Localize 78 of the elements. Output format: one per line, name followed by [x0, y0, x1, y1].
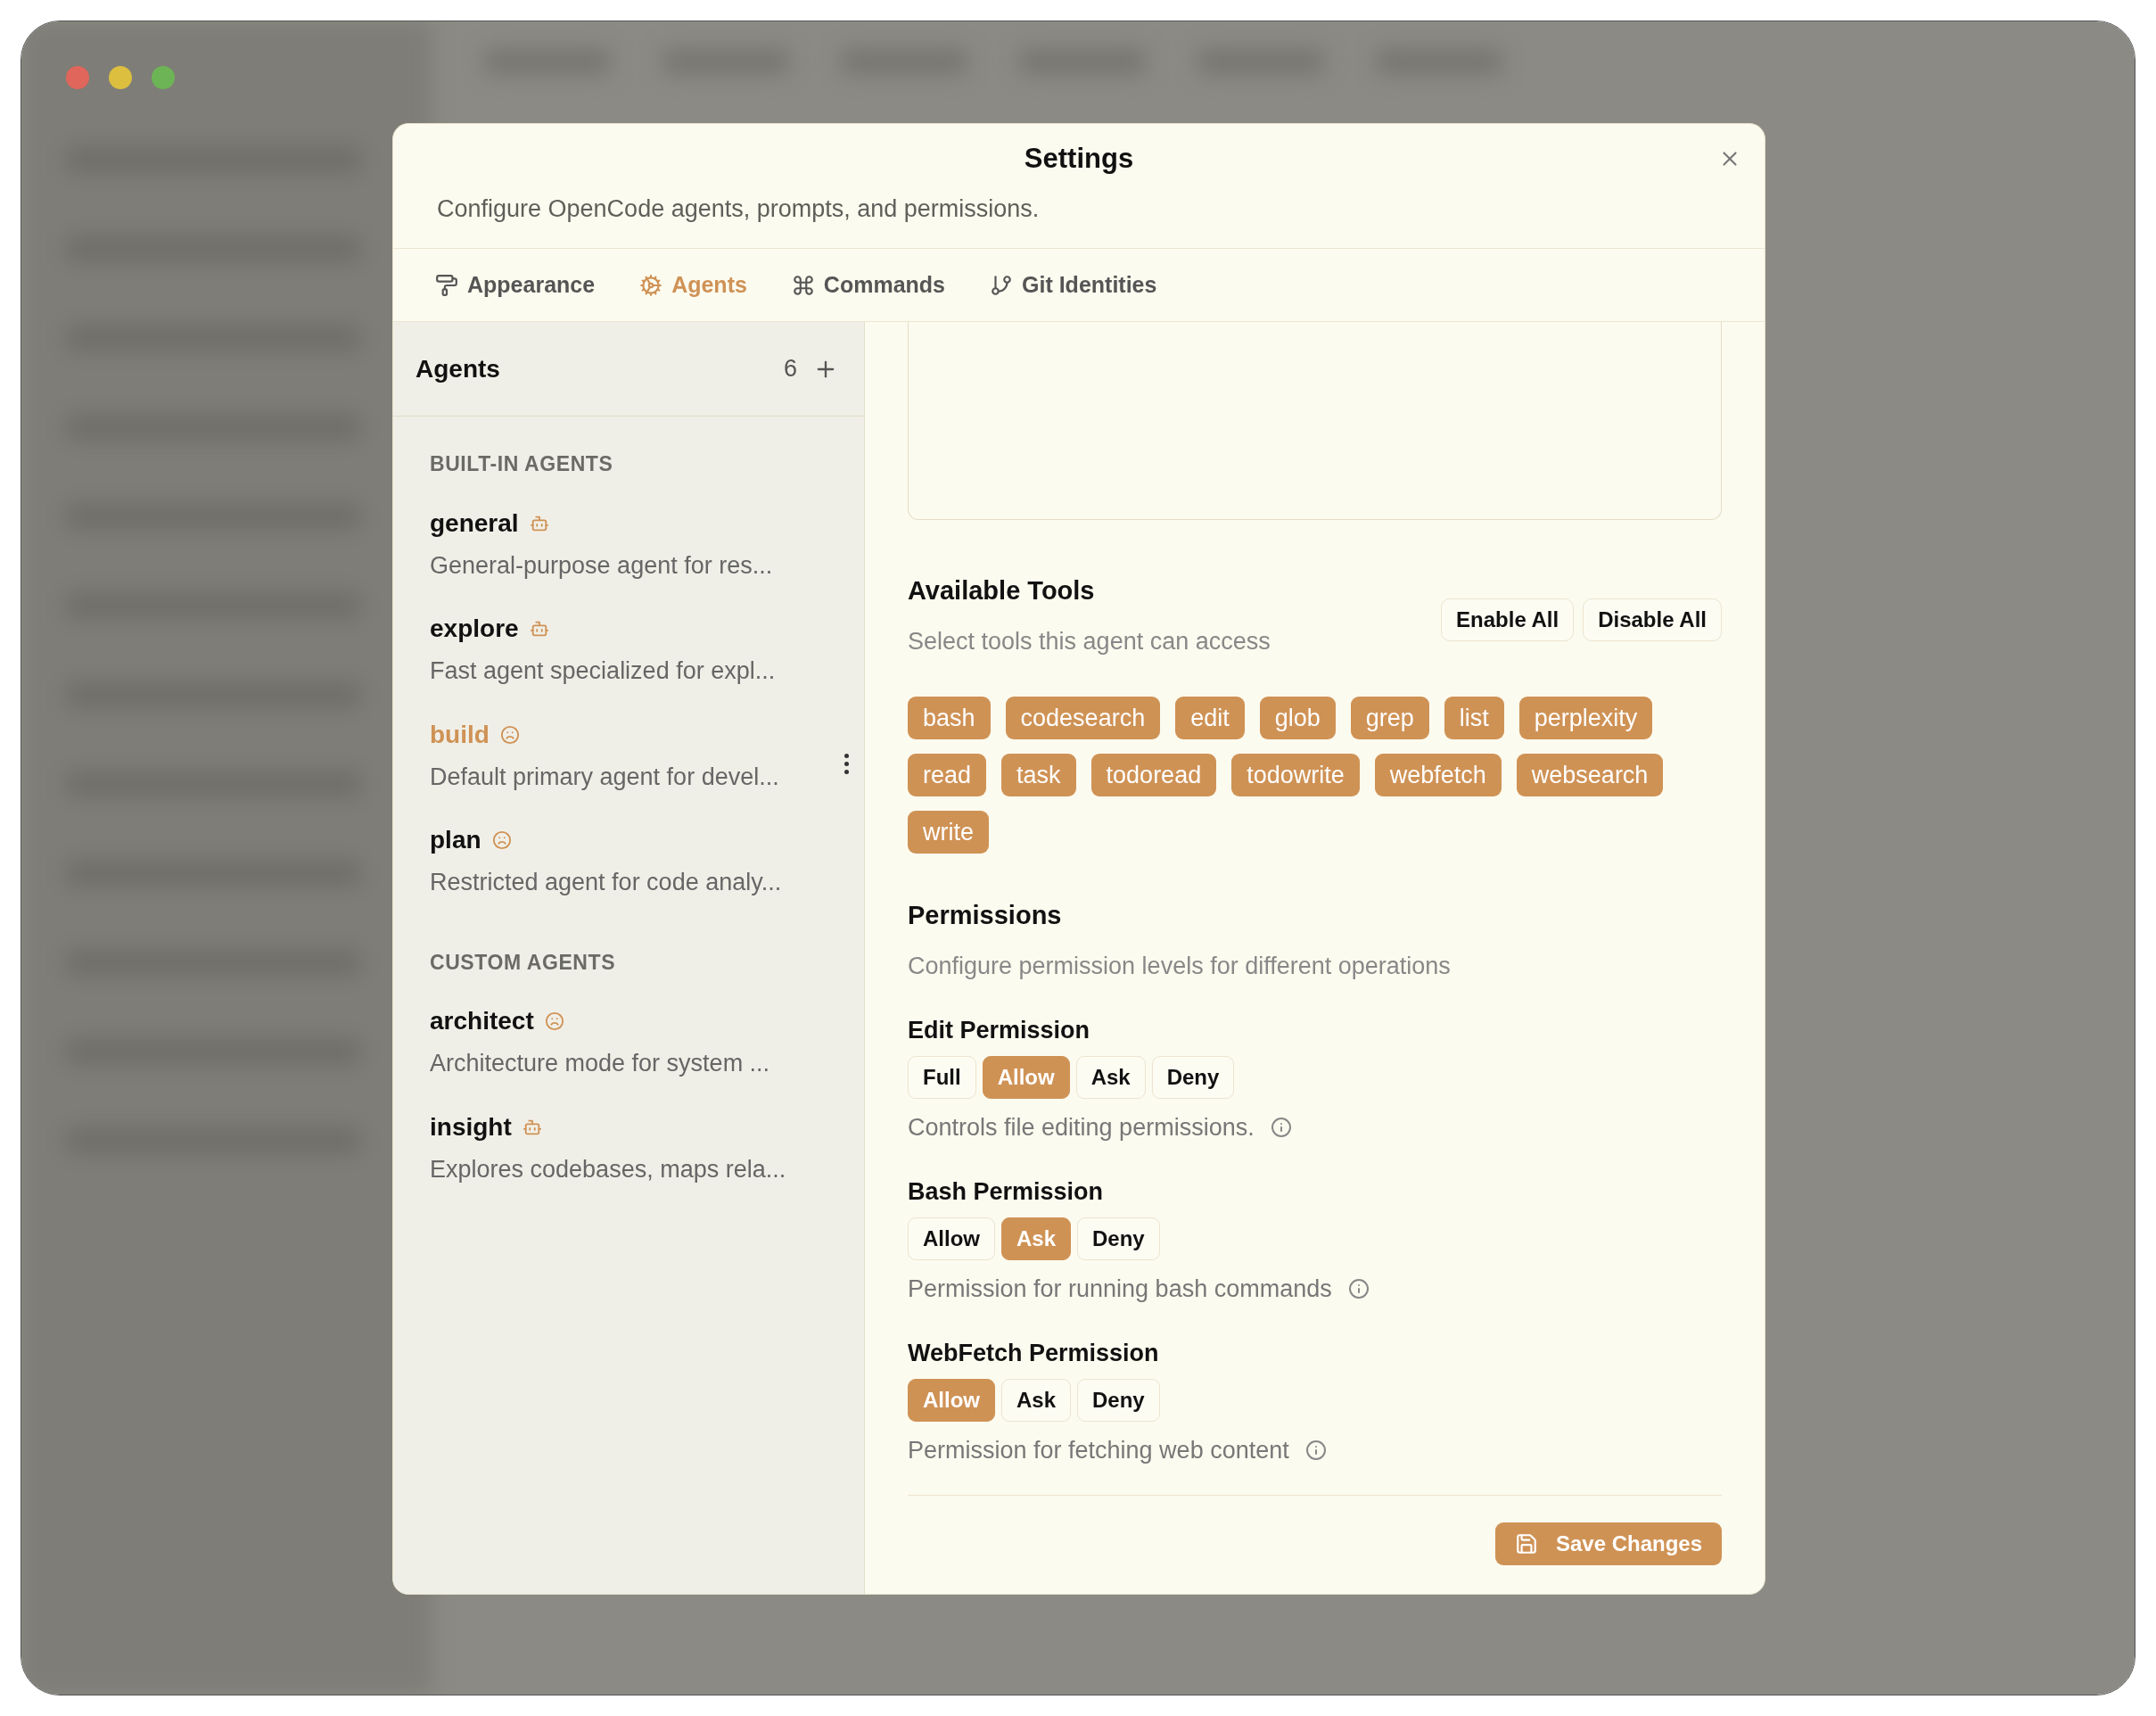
permission-label: WebFetch Permission	[908, 1339, 1160, 1368]
permission-option[interactable]: Deny	[1151, 1055, 1235, 1099]
dialog-title: Settings	[1024, 142, 1134, 176]
agent-description: General-purpose agent for res...	[430, 550, 774, 581]
agent-name: plan	[430, 825, 481, 855]
agent-description: Fast agent specialized for expl...	[430, 656, 777, 686]
agent-name: explore	[430, 614, 519, 644]
agent-description: Restricted agent for code analy...	[430, 868, 783, 897]
permission-option[interactable]: Allow	[908, 1217, 995, 1260]
permission-help-text: Permission for fetching web content	[908, 1435, 1289, 1465]
settings-tab[interactable]: Agents	[639, 268, 747, 302]
agent-list-item[interactable]: explore Fast agent specialized for expl...	[430, 610, 827, 689]
permission-option[interactable]: Ask	[1001, 1378, 1072, 1422]
tool-toggle-button[interactable]: Disable All	[1583, 598, 1722, 641]
tool-chip[interactable]: write	[908, 811, 989, 854]
agent-list-item[interactable]: build Default primary agent for devel...	[430, 715, 827, 795]
permission-option[interactable]: Deny	[1077, 1217, 1160, 1260]
permission-option[interactable]: Ask	[1001, 1217, 1072, 1260]
git-branch-icon	[990, 273, 1013, 297]
agent-description: Architecture mode for system ...	[430, 1049, 771, 1078]
tool-chip[interactable]: list	[1444, 697, 1504, 739]
tool-chip[interactable]: perplexity	[1518, 697, 1653, 739]
agent-list-item[interactable]: plan Restricted agent for code analy...	[430, 821, 827, 901]
section-subtitle: Select tools this agent can access	[908, 626, 1271, 656]
sidebar-title: Agents	[416, 353, 500, 384]
section-title: Available Tools	[908, 575, 1096, 606]
agent-name: insight	[430, 1111, 512, 1143]
agent-name: build	[430, 719, 490, 750]
permission-option[interactable]: Ask	[1075, 1055, 1146, 1099]
face-icon	[491, 830, 512, 850]
settings-tab[interactable]: Commands	[791, 268, 945, 302]
permission-help-text: Controls file editing permissions.	[908, 1112, 1255, 1143]
permission-label: Bash Permission	[908, 1177, 1105, 1207]
tool-chip[interactable]: todoread	[1090, 754, 1217, 796]
tool-chip[interactable]: task	[1001, 754, 1076, 796]
paint-roller-icon	[435, 273, 458, 297]
tool-chip[interactable]: glob	[1259, 697, 1336, 739]
tool-chip[interactable]: websearch	[1516, 754, 1664, 796]
permission-option[interactable]: Deny	[1077, 1378, 1160, 1422]
tool-toggle-button[interactable]: Enable All	[1441, 598, 1575, 641]
agent-name: general	[430, 507, 519, 539]
permission-label: Edit Permission	[908, 1016, 1091, 1045]
face-icon	[544, 1011, 564, 1031]
agent-name: architect	[430, 1006, 534, 1036]
agent-count: 6	[783, 354, 797, 384]
cog-icon	[639, 273, 663, 297]
save-icon	[1514, 1532, 1538, 1555]
section-title: Permissions	[908, 900, 1063, 931]
permission-option[interactable]: Allow	[908, 1378, 995, 1422]
agent-description: Default primary agent for devel...	[430, 762, 780, 792]
info-icon	[1347, 1277, 1370, 1299]
section-heading: CUSTOM AGENTS	[430, 949, 617, 976]
command-icon	[791, 273, 815, 297]
tool-chip[interactable]: todowrite	[1231, 754, 1360, 796]
agent-list-item[interactable]: general General-purpose agent for res...	[430, 504, 827, 583]
tool-chip[interactable]: edit	[1175, 697, 1245, 739]
info-icon	[1270, 1116, 1292, 1138]
agent-list-item[interactable]: insight Explores codebases, maps rela...	[430, 1108, 827, 1187]
settings-tab[interactable]: Appearance	[435, 268, 596, 302]
settings-tab[interactable]: Git Identities	[990, 268, 1157, 302]
agent-list-item[interactable]: architect Architecture mode for system ...	[430, 1002, 827, 1082]
permission-help-text: Permission for running bash commands	[908, 1274, 1332, 1304]
more-vertical-icon	[844, 753, 849, 774]
tool-chip[interactable]: codesearch	[1005, 697, 1161, 739]
section-subtitle: Configure permission levels for different operations	[908, 951, 1452, 981]
dialog-description: Configure OpenCode agents, prompts, and permissions.	[437, 194, 1040, 224]
tool-chip[interactable]: webfetch	[1374, 754, 1502, 796]
tool-chip[interactable]: grep	[1350, 697, 1429, 739]
face-icon	[499, 724, 520, 745]
save-changes-button[interactable]: Save Changes	[1494, 1522, 1722, 1565]
agent-description: Explores codebases, maps rela...	[430, 1154, 787, 1184]
tool-chip[interactable]: read	[908, 754, 987, 796]
permission-option[interactable]: Allow	[982, 1055, 1070, 1099]
section-heading: BUILT-IN AGENTS	[430, 451, 614, 477]
permission-option[interactable]: Full	[908, 1055, 976, 1099]
info-icon	[1304, 1439, 1327, 1461]
tool-chip[interactable]: bash	[908, 697, 991, 739]
bot-icon	[529, 619, 549, 639]
